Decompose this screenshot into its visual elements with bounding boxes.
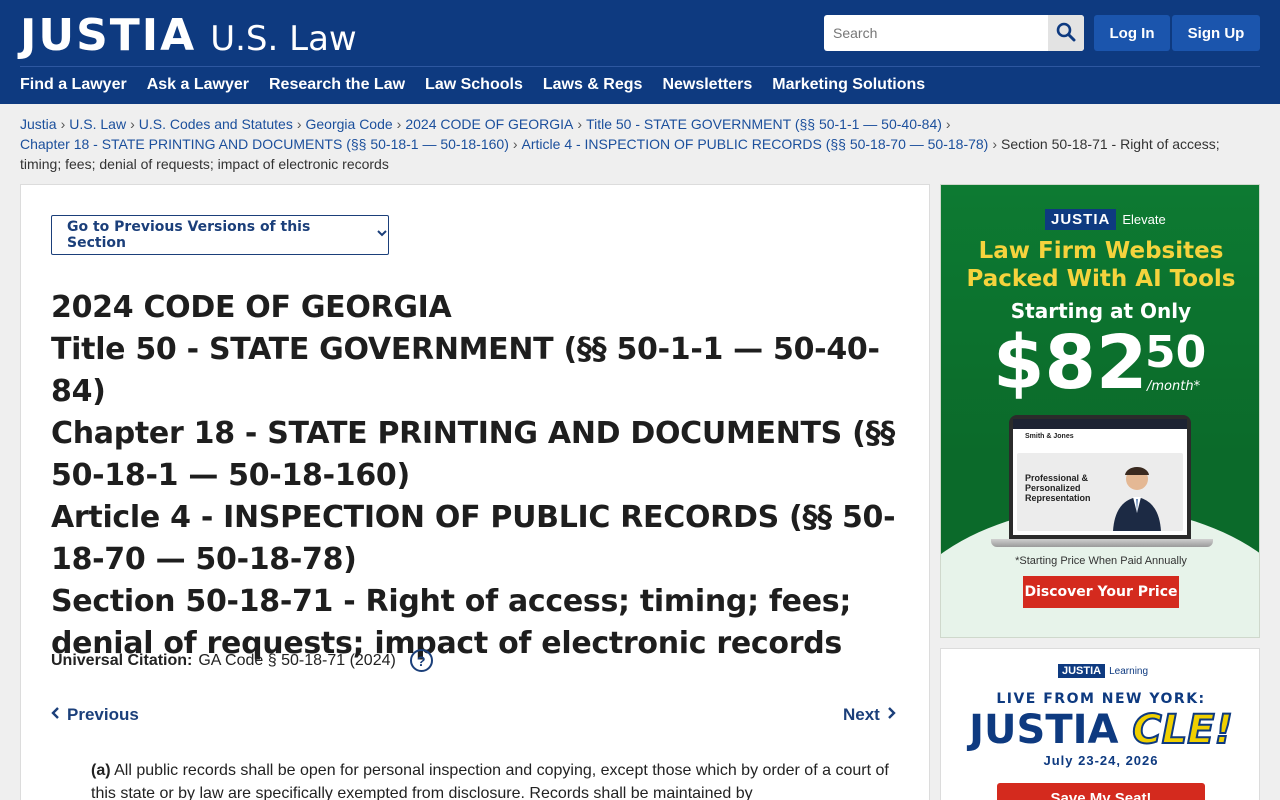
paragraph-label: (a) bbox=[91, 762, 111, 779]
laptop-screen-nav bbox=[1013, 419, 1187, 429]
discover-price-button[interactable]: Discover Your Price bbox=[1023, 576, 1179, 608]
learning-badge-suffix: Learning bbox=[1109, 665, 1149, 677]
breadcrumb-georgia-code[interactable]: Georgia Code bbox=[306, 116, 393, 132]
laptop-screen: Smith & Jones Professional & Personalize… bbox=[1013, 419, 1187, 535]
search-box bbox=[824, 15, 1084, 51]
nav-ask-a-lawyer[interactable]: Ask a Lawyer bbox=[147, 76, 249, 94]
elevate-ad[interactable]: JUSTIA Elevate Law Firm Websites Packed … bbox=[940, 184, 1260, 638]
nav-divider bbox=[20, 66, 1260, 67]
nav-newsletters[interactable]: Newsletters bbox=[662, 76, 752, 94]
price-period: /month* bbox=[1147, 379, 1201, 394]
chevron-down-icon bbox=[376, 227, 388, 243]
heading-article: Article 4 - INSPECTION OF PUBLIC RECORDS… bbox=[51, 500, 896, 577]
ad-price: $82 50 /month* bbox=[993, 319, 1206, 407]
page-title: 2024 CODE OF GEORGIA Title 50 - STATE GO… bbox=[51, 287, 901, 665]
breadcrumb-code-year[interactable]: 2024 CODE OF GEORGIA bbox=[405, 116, 573, 132]
heading-title: Title 50 - STATE GOVERNMENT (§§ 50-1-1 —… bbox=[51, 332, 880, 409]
nav-find-a-lawyer[interactable]: Find a Lawyer bbox=[20, 76, 127, 94]
previous-label: Previous bbox=[67, 705, 139, 724]
nav-law-schools[interactable]: Law Schools bbox=[425, 76, 523, 94]
learning-badge: JUSTIA Learning bbox=[1058, 664, 1148, 678]
universal-citation: Universal Citation: GA Code § 50-18-71 (… bbox=[51, 649, 433, 672]
save-seat-button[interactable]: Save My Seat! bbox=[997, 783, 1205, 800]
breadcrumb-title[interactable]: Title 50 - STATE GOVERNMENT (§§ 50-1-1 —… bbox=[586, 116, 942, 132]
cle-date: July 23-24, 2026 bbox=[1043, 753, 1159, 768]
ad-headline: Law Firm Websites Packed With AI Tools bbox=[966, 238, 1236, 292]
main-content: Go to Previous Versions of this Section … bbox=[20, 184, 930, 800]
help-icon[interactable]: ? bbox=[409, 649, 433, 672]
previous-versions-label: Go to Previous Versions of this Section bbox=[67, 219, 311, 251]
price-cents: 50 bbox=[1145, 327, 1207, 378]
cle-title-accent: CLE! bbox=[1131, 706, 1233, 754]
breadcrumb-us-codes[interactable]: U.S. Codes and Statutes bbox=[139, 116, 293, 132]
nav-marketing-solutions[interactable]: Marketing Solutions bbox=[772, 76, 925, 94]
statute-paragraph-a: (a) All public records shall be open for… bbox=[91, 759, 891, 800]
next-section-link[interactable]: Next bbox=[843, 705, 896, 725]
login-button[interactable]: Log In bbox=[1094, 15, 1170, 51]
cle-live-text: LIVE FROM NEW YORK: bbox=[996, 691, 1206, 707]
heading-chapter: Chapter 18 - STATE PRINTING AND DOCUMENT… bbox=[51, 416, 895, 493]
logo-sub-text: U.S. Law bbox=[210, 19, 357, 59]
cle-title: JUSTIA CLE! bbox=[941, 706, 1259, 754]
previous-section-link[interactable]: Previous bbox=[51, 705, 139, 725]
next-label: Next bbox=[843, 705, 880, 724]
previous-versions-dropdown[interactable]: Go to Previous Versions of this Section bbox=[51, 215, 389, 255]
search-input[interactable] bbox=[824, 15, 1048, 51]
breadcrumb: Justia › U.S. Law › U.S. Codes and Statutes ›… bbox=[20, 116, 1220, 172]
price-dollars: $82 bbox=[993, 320, 1148, 406]
cle-ad[interactable]: JUSTIA Learning LIVE FROM NEW YORK: JUST… bbox=[940, 648, 1260, 800]
main-nav: Find a Lawyer Ask a Lawyer Research the … bbox=[20, 76, 925, 94]
breadcrumb-article[interactable]: Article 4 - INSPECTION OF PUBLIC RECORDS… bbox=[522, 136, 989, 152]
ad-price-note: *Starting Price When Paid Annually bbox=[1015, 555, 1187, 567]
search-icon bbox=[1056, 22, 1076, 45]
laptop-base bbox=[991, 539, 1213, 547]
person-icon bbox=[1107, 461, 1167, 531]
cle-title-main: JUSTIA bbox=[969, 707, 1119, 753]
breadcrumb-chapter[interactable]: Chapter 18 - STATE PRINTING AND DOCUMENT… bbox=[20, 136, 509, 152]
chevron-left-icon bbox=[51, 705, 61, 725]
breadcrumb-us-law[interactable]: U.S. Law bbox=[69, 116, 126, 132]
heading-code: 2024 CODE OF GEORGIA bbox=[51, 290, 452, 325]
laptop-image: Smith & Jones Professional & Personalize… bbox=[1009, 415, 1191, 539]
paragraph-text: All public records shall be open for per… bbox=[91, 762, 889, 800]
citation-label: Universal Citation: bbox=[51, 651, 193, 669]
breadcrumb-justia[interactable]: Justia bbox=[20, 116, 57, 132]
elevate-badge-brand: JUSTIA bbox=[1045, 209, 1117, 230]
nav-research-the-law[interactable]: Research the Law bbox=[269, 76, 405, 94]
justia-logo[interactable]: JUSTIA U.S. Law bbox=[20, 10, 357, 61]
chevron-right-icon bbox=[886, 705, 896, 725]
learning-badge-brand: JUSTIA bbox=[1058, 664, 1106, 678]
elevate-badge: JUSTIA Elevate bbox=[1045, 209, 1166, 230]
search-button[interactable] bbox=[1048, 15, 1084, 51]
citation-value: GA Code § 50-18-71 (2024) bbox=[198, 651, 396, 669]
laptop-hero: Professional & Personalized Representati… bbox=[1017, 453, 1183, 531]
laptop-screen-logo: Smith & Jones bbox=[1025, 433, 1074, 440]
signup-button[interactable]: Sign Up bbox=[1172, 15, 1260, 51]
site-header: JUSTIA U.S. Law Log In Sign Up Find a La… bbox=[0, 0, 1280, 104]
nav-laws-regs[interactable]: Laws & Regs bbox=[543, 76, 643, 94]
laptop-hero-text: Professional & Personalized Representati… bbox=[1025, 473, 1091, 503]
logo-main-text: JUSTIA bbox=[20, 10, 197, 61]
elevate-badge-suffix: Elevate bbox=[1122, 212, 1166, 227]
